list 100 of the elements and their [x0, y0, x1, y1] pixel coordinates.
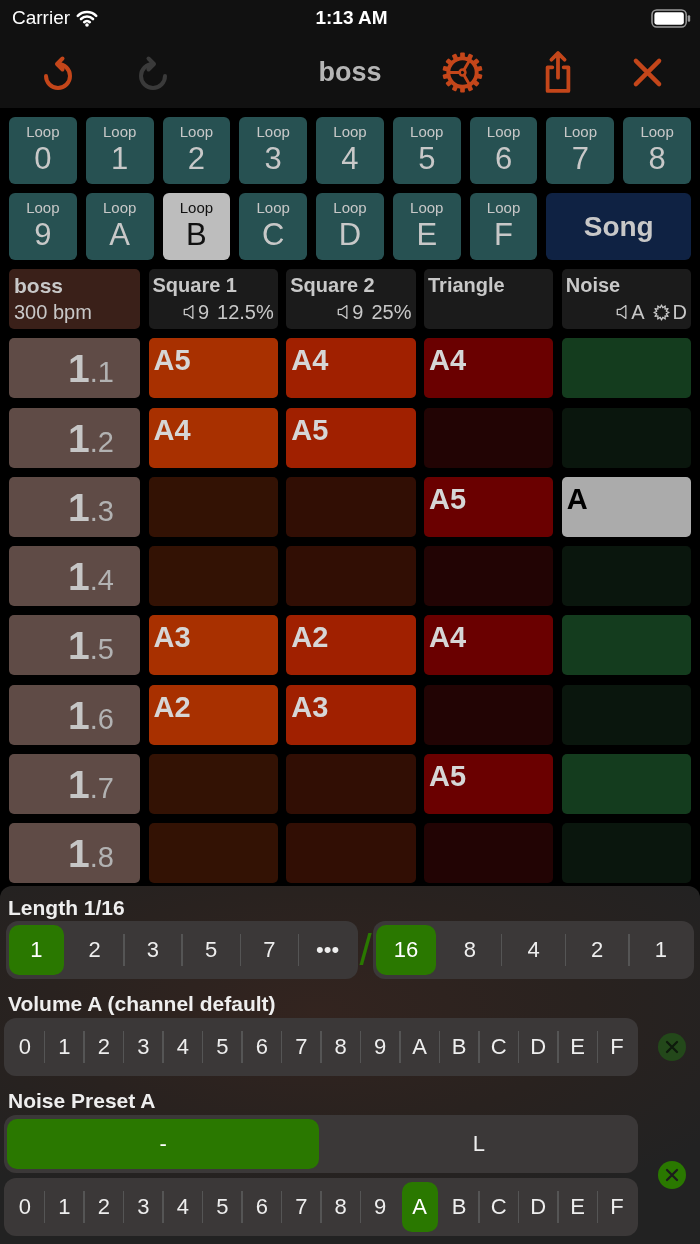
note-cell[interactable] — [286, 823, 416, 884]
segment-option[interactable]: 1 — [46, 1181, 83, 1232]
row-label[interactable]: 1.2 — [9, 407, 140, 468]
segment-option[interactable]: 9 — [362, 1181, 399, 1232]
segment-option[interactable]: 0 — [7, 1021, 43, 1072]
channel-header[interactable]: Noise A D — [561, 269, 691, 329]
note-cell[interactable] — [424, 684, 554, 745]
segment-option[interactable]: 7 — [283, 1021, 320, 1072]
note-cell[interactable] — [424, 823, 554, 884]
segment-option[interactable]: 1 — [630, 924, 691, 975]
loop-button[interactable]: Loop 2 — [162, 117, 231, 184]
note-cell[interactable]: A4 — [424, 338, 554, 399]
note-cell[interactable] — [561, 754, 691, 815]
segment-option[interactable]: C — [480, 1021, 517, 1072]
segment-option[interactable]: 7 — [242, 924, 297, 975]
segment-option[interactable]: F — [599, 1181, 635, 1232]
note-cell[interactable]: A2 — [148, 684, 278, 745]
row-label[interactable]: 1.3 — [9, 476, 140, 537]
segment-option[interactable]: E — [559, 1181, 596, 1232]
segment-option[interactable]: 2 — [67, 924, 122, 975]
row-label[interactable]: 1.1 — [9, 338, 140, 399]
note-cell[interactable] — [286, 754, 416, 815]
segment-option[interactable]: 5 — [183, 924, 239, 975]
song-info-panel[interactable]: boss 300 bpm — [9, 269, 140, 329]
segment-option[interactable]: D — [520, 1181, 557, 1232]
segment-option[interactable]: 4 — [164, 1021, 201, 1072]
note-cell[interactable] — [286, 546, 416, 607]
loop-button[interactable]: Loop 7 — [546, 117, 615, 184]
loop-button[interactable]: Loop 8 — [623, 117, 691, 184]
channel-header[interactable]: Triangle — [424, 269, 554, 329]
segment-option[interactable]: 3 — [125, 1181, 162, 1232]
note-cell[interactable] — [561, 338, 691, 399]
channel-header[interactable]: Square 2 9 25% — [286, 269, 416, 329]
row-label[interactable]: 1.5 — [9, 615, 140, 676]
segment-option[interactable]: 4 — [503, 924, 564, 975]
note-cell[interactable] — [424, 407, 554, 468]
segment-option[interactable]: 16 — [376, 924, 437, 975]
row-label[interactable]: 1.4 — [9, 546, 140, 607]
note-cell[interactable]: A4 — [148, 407, 278, 468]
clear-button[interactable] — [658, 1161, 686, 1190]
loop-button[interactable]: Loop 4 — [316, 117, 384, 184]
segment-option[interactable]: 8 — [439, 924, 500, 975]
segment-option[interactable]: D — [520, 1021, 557, 1072]
note-cell[interactable] — [561, 615, 691, 676]
note-cell[interactable]: A — [561, 476, 691, 537]
segment-option[interactable]: 0 — [7, 1181, 43, 1232]
loop-button[interactable]: Loop E — [392, 193, 461, 260]
segment-option[interactable]: 1 — [46, 1021, 83, 1072]
song-button[interactable]: Song — [546, 193, 691, 260]
row-label[interactable]: 1.6 — [9, 684, 140, 745]
segment-option[interactable]: E — [559, 1021, 596, 1072]
note-cell[interactable]: A5 — [148, 338, 278, 399]
segment-option[interactable]: 2 — [85, 1021, 122, 1072]
segment-option[interactable]: 5 — [204, 1181, 241, 1232]
note-cell[interactable] — [148, 754, 278, 815]
note-cell[interactable] — [424, 546, 554, 607]
segment-option[interactable]: 3 — [125, 924, 181, 975]
segment-option[interactable]: 9 — [362, 1021, 399, 1072]
segment-option[interactable]: 5 — [204, 1021, 241, 1072]
loop-button[interactable]: Loop 9 — [9, 193, 77, 260]
segment-option[interactable]: - — [7, 1118, 320, 1169]
note-cell[interactable]: A4 — [424, 615, 554, 676]
loop-button[interactable]: Loop 1 — [85, 117, 154, 184]
segment-option[interactable]: B — [441, 1181, 478, 1232]
note-cell[interactable] — [148, 546, 278, 607]
note-cell[interactable]: A5 — [424, 754, 554, 815]
note-cell[interactable]: A4 — [286, 338, 416, 399]
segment-option[interactable]: L — [322, 1118, 635, 1169]
segment-option[interactable]: C — [480, 1181, 517, 1232]
segment-option[interactable]: 8 — [322, 1181, 359, 1232]
segment-option[interactable]: 2 — [85, 1181, 122, 1232]
loop-button[interactable]: Loop C — [239, 193, 308, 260]
segment-option[interactable]: 1 — [9, 924, 64, 975]
row-label[interactable]: 1.7 — [9, 754, 140, 815]
loop-button[interactable]: Loop D — [316, 193, 384, 260]
note-cell[interactable] — [148, 823, 278, 884]
segment-option[interactable]: 7 — [283, 1181, 320, 1232]
note-cell[interactable] — [286, 476, 416, 537]
note-cell[interactable]: A3 — [148, 615, 278, 676]
segment-option[interactable]: A — [401, 1181, 438, 1232]
loop-button[interactable]: Loop B — [162, 193, 231, 260]
loop-button[interactable]: Loop 6 — [469, 117, 538, 184]
channel-header[interactable]: Square 1 9 12.5% — [148, 269, 278, 329]
loop-button[interactable]: Loop F — [469, 193, 538, 260]
loop-button[interactable]: Loop 0 — [9, 117, 77, 184]
note-cell[interactable]: A3 — [286, 684, 416, 745]
loop-button[interactable]: Loop 5 — [392, 117, 461, 184]
segment-option[interactable]: 6 — [243, 1021, 280, 1072]
row-label[interactable]: 1.8 — [9, 823, 140, 884]
note-cell[interactable] — [148, 476, 278, 537]
note-cell[interactable]: A5 — [286, 407, 416, 468]
segment-option[interactable]: 2 — [567, 924, 628, 975]
segment-option[interactable]: 4 — [164, 1181, 201, 1232]
loop-button[interactable]: Loop A — [85, 193, 154, 260]
note-cell[interactable]: A2 — [286, 615, 416, 676]
segment-option[interactable]: 8 — [322, 1021, 359, 1072]
segment-option[interactable]: 6 — [243, 1181, 280, 1232]
segment-option[interactable]: A — [401, 1021, 438, 1072]
loop-button[interactable]: Loop 3 — [239, 117, 308, 184]
note-cell[interactable]: A5 — [424, 476, 554, 537]
